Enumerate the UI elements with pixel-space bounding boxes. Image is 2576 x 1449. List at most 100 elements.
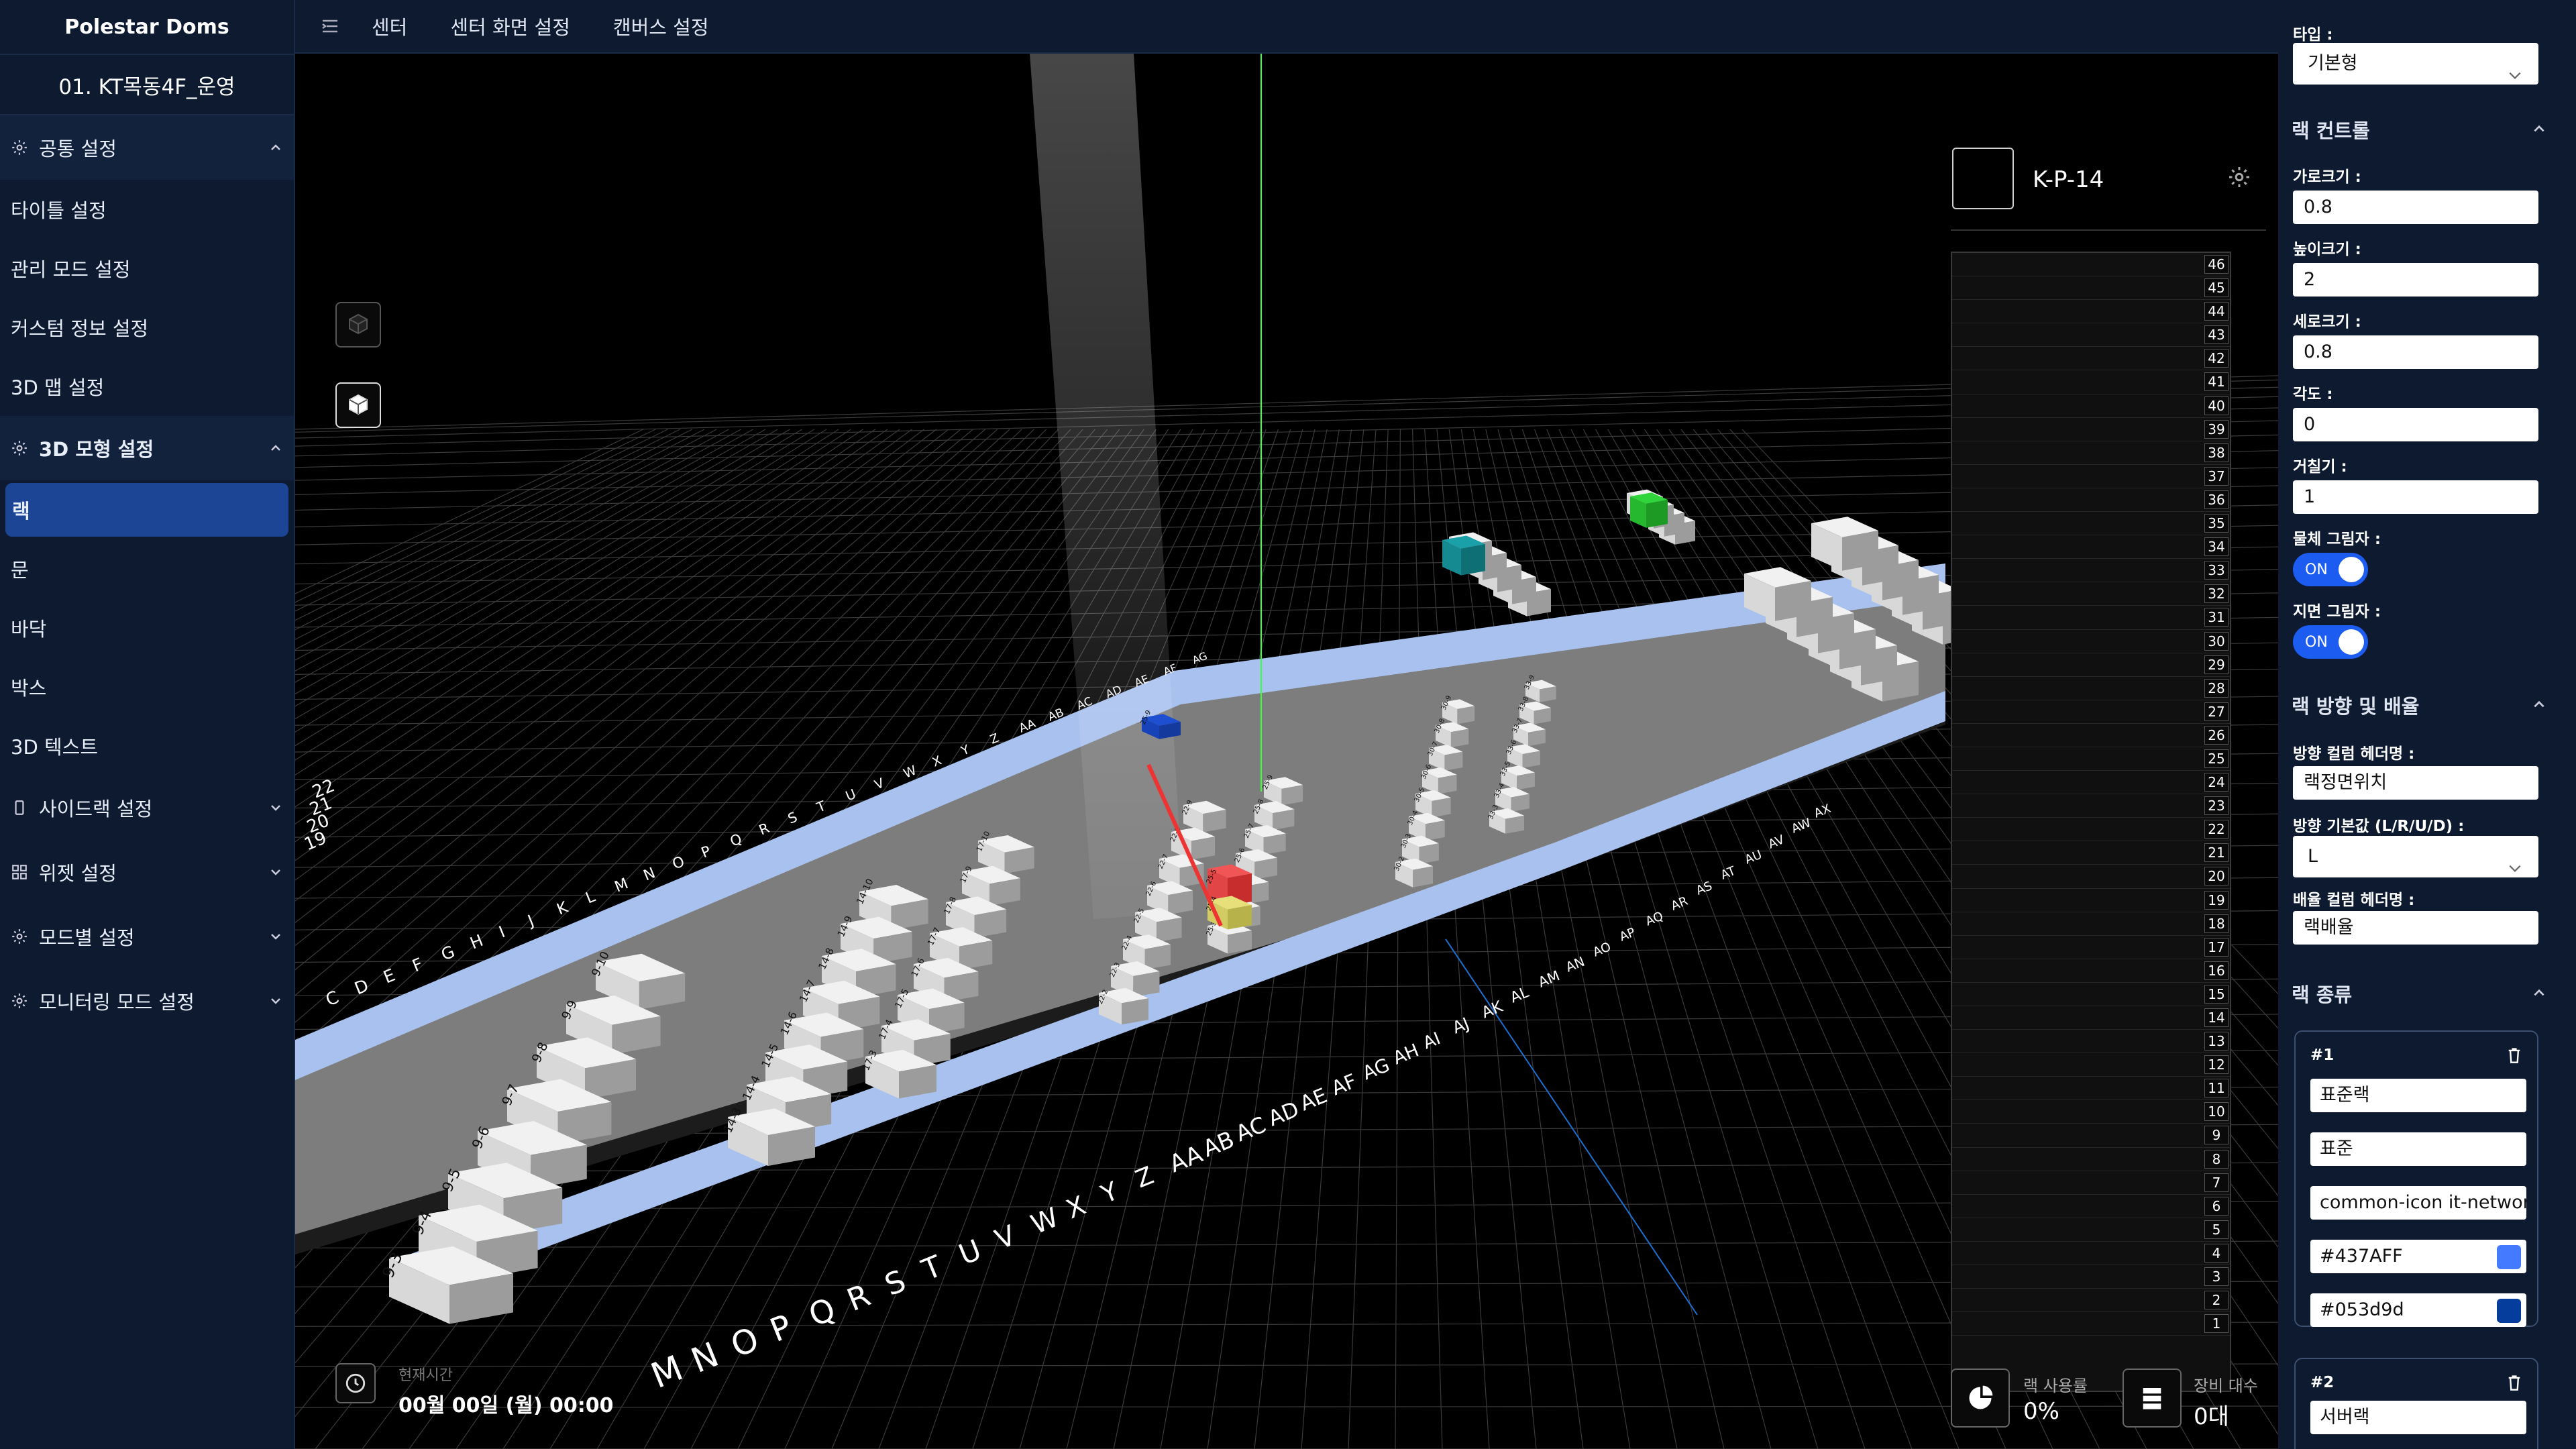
center-name[interactable]: 01. KT목동4F_운영 [0,55,294,115]
depth-input[interactable]: 0.8 [2293,335,2538,369]
dir-header-input[interactable]: 랙정면위치 [2293,766,2538,800]
group-widget[interactable]: 위젯 설정 [0,840,294,904]
rack-[interactable] [1811,517,1878,571]
pie-chart-icon [1951,1368,2010,1428]
height-input[interactable]: 2 [2293,263,2538,297]
floor-row-label: 19 [301,828,329,855]
tab-center-screen-settings[interactable]: 센터 화면 설정 [450,12,570,40]
view-mode-button-1[interactable] [335,302,381,347]
sidebar-item-3d-map[interactable]: 3D 맵 설정 [0,357,294,416]
width-input[interactable]: 0.8 [2293,191,2538,224]
rack-unit-row: 46 [1952,253,2230,277]
floor-back-label: AG [1191,650,1209,667]
sidebar-item-rack[interactable]: 랙 [5,483,288,537]
sidebar-item-custom-info[interactable]: 커스텀 정보 설정 [0,298,294,357]
rack-type-name-input[interactable]: 표준랙 [2310,1079,2526,1112]
toggle-knob [2339,629,2364,655]
group-label: 3D 모형 설정 [39,438,154,461]
group-3d-model-settings[interactable]: 3D 모형 설정 [0,416,294,480]
rack-type-color1-input[interactable]: #437AFF [2310,1240,2526,1273]
rack-control-section[interactable]: 랙 컨트롤 [2292,115,2549,144]
card-index: #1 [2310,1046,2334,1064]
rack-unit-row: 41 [1952,370,2230,394]
left-sidebar: Polestar Doms 01. KT목동4F_운영 공통 설정 타이틀 설정… [0,0,295,1449]
floor-back-label: Z [988,731,1001,747]
rack-type-kind-input[interactable]: 표준 [2310,1132,2526,1166]
rack-unit-row: 42 [1952,347,2230,371]
rack-unit-number: 34 [2204,537,2229,557]
sidebar-item-door[interactable]: 문 [0,539,294,598]
rack-unit-row: 28 [1952,677,2230,700]
rack-unit-row: 2 [1952,1289,2230,1313]
rack-unit-row: 17 [1952,936,2230,959]
type-select[interactable]: 기본형 [2293,43,2538,85]
rack-unit-number: 11 [2204,1079,2229,1098]
equipment-count-label: 장비 대수 [2194,1377,2258,1395]
rack-[interactable] [1442,535,1485,576]
rack-unit-row: 31 [1952,606,2230,630]
view-mode-button-2[interactable] [335,382,381,428]
3d-viewport[interactable]: M N O P Q R S T U V W X Y Z AA AB AC AD AE AF AG AH AI AJ AK AL AM… [295,54,2278,1449]
rack-front-face [1438,774,1457,794]
rack-unit-number: 2 [2204,1291,2229,1310]
floor-back-label: P [699,843,713,862]
rack-unit-number: 28 [2204,678,2229,698]
rack-unit-row: 5 [1952,1218,2230,1242]
floor-column-label: AE [1297,1084,1330,1116]
trash-icon[interactable] [2506,1046,2524,1065]
scale-header-input[interactable]: 랙배율 [2293,911,2538,945]
dir-default-select[interactable]: L [2293,836,2538,877]
sidebar-item-floor[interactable]: 바닥 [0,598,294,657]
rack-type-icon-input[interactable]: common-icon it-network [2310,1186,2526,1220]
floor-back-label: N [641,864,658,884]
chevron-down-icon [267,992,284,1010]
menu-icon[interactable] [315,11,345,41]
object-shadow-toggle[interactable]: ON [2293,553,2368,586]
group-side-rack[interactable]: 사이드랙 설정 [0,775,294,840]
rack-[interactable] [1630,492,1668,528]
rack-type-name-input[interactable]: 서버랙 [2310,1401,2526,1434]
rack-unit-number: 1 [2204,1314,2229,1334]
rack-front-face [1842,530,1878,571]
sidebar-item-title-settings[interactable]: 타이틀 설정 [0,180,294,239]
rack-thumbnail [1952,148,2014,209]
rack-unit-row: 9 [1952,1124,2230,1148]
tab-center[interactable]: 센터 [372,12,407,40]
color-swatch[interactable] [2497,1299,2521,1323]
rack-unit-number: 23 [2204,796,2229,816]
rack-unit-row: 8 [1952,1148,2230,1171]
rack-front-face [1413,866,1433,888]
gear-icon [9,438,30,458]
trash-icon[interactable] [2506,1374,2524,1393]
rack-unit-number: 16 [2204,961,2229,980]
roughness-input[interactable]: 1 [2293,480,2538,514]
gear-icon[interactable] [2227,165,2254,192]
group-label: 모니터링 모드 설정 [39,991,195,1014]
rack-unit-number: 36 [2204,490,2229,509]
floor-back-label: E [380,965,398,987]
floor-column-label: AL [1508,983,1532,1007]
sidebar-item-admin-mode[interactable]: 관리 모드 설정 [0,239,294,298]
group-common-settings[interactable]: 공통 설정 [0,115,294,180]
rack-unit-row: 19 [1952,889,2230,912]
rack-direction-section[interactable]: 랙 방향 및 배율 [2292,691,2549,719]
rack-types-section[interactable]: 랙 종류 [2292,979,2549,1008]
group-monitoring[interactable]: 모니터링 모드 설정 [0,969,294,1033]
rack-type-color2-input[interactable]: #053d9d [2310,1293,2526,1327]
color-swatch[interactable] [2497,1245,2521,1269]
tab-canvas-settings[interactable]: 캔버스 설정 [613,12,709,40]
angle-input[interactable]: 0 [2293,408,2538,441]
grid-line [1395,429,1401,1449]
section-title: 랙 방향 및 배율 [2292,695,2420,718]
ground-shadow-toggle[interactable]: ON [2293,625,2368,659]
rack-name: K-P-14 [2033,166,2104,193]
rack-unit-row: 37 [1952,465,2230,488]
floor-column-label: AP [1617,925,1638,944]
sidebar-item-box[interactable]: 박스 [0,657,294,716]
sidebar-item-3d-text[interactable]: 3D 텍스트 [0,716,294,775]
rack-unit-row: 15 [1952,983,2230,1006]
rack-unit-number: 6 [2204,1196,2229,1216]
group-mode[interactable]: 모드별 설정 [0,904,294,969]
rack-unit-number: 31 [2204,608,2229,627]
rack-unit-row: 30 [1952,630,2230,653]
